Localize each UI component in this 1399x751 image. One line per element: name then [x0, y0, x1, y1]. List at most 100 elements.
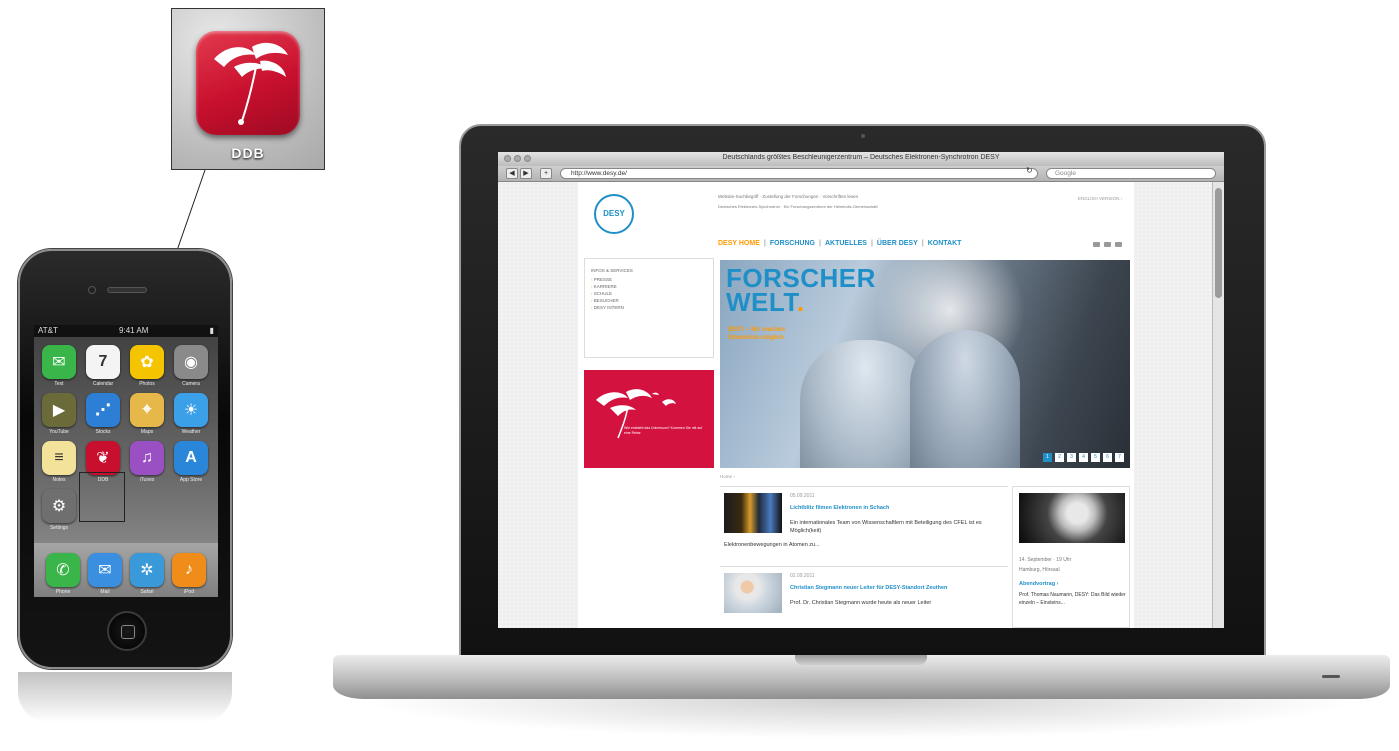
print-icon[interactable]	[1104, 242, 1111, 247]
app-label: Camera	[182, 381, 200, 387]
slide-page-button[interactable]: 6	[1103, 453, 1112, 462]
hero-banner[interactable]: FORSCHER WELT. DESY – Wir machen Erkennt…	[720, 260, 1130, 468]
dandelion-icon	[214, 42, 288, 125]
slide-page-button[interactable]: 5	[1091, 453, 1100, 462]
nav-item[interactable]: AKTUELLES	[825, 240, 867, 247]
safari-app[interactable]: ✲ Safari	[130, 553, 164, 595]
phone-app[interactable]: ✆ Phone	[46, 553, 80, 595]
reload-icon[interactable]: ↻	[1026, 166, 1033, 175]
nav-separator: |	[763, 240, 766, 247]
services-link[interactable]: DESY INTERN	[591, 305, 707, 310]
services-link[interactable]: BESUCHER	[591, 298, 707, 303]
back-button[interactable]: ◀	[506, 168, 518, 179]
services-link[interactable]: SCHULE	[591, 291, 707, 296]
news-thumbnail	[724, 573, 782, 613]
slide-page-button[interactable]: 4	[1079, 453, 1088, 462]
ddb-app-icon-large[interactable]	[196, 31, 300, 135]
hero-title-dot: .	[796, 287, 805, 317]
app-label: Settings	[49, 525, 69, 531]
breadcrumb[interactable]: Home ›	[720, 474, 735, 479]
language-switch[interactable]: ENGLISH VERSION ›	[1078, 196, 1122, 201]
photos-app[interactable]: ✿ Photos	[130, 345, 164, 387]
scrollbar-thumb[interactable]	[1215, 188, 1222, 298]
sleep-indicator	[1322, 675, 1340, 678]
desy-page: DESY Website-Suchbegriff · Zustellung de…	[578, 182, 1134, 628]
app-label: Phone	[55, 589, 71, 595]
battery-icon: ▮	[209, 326, 214, 335]
news-list: 05.09.2011 Lichtblitz filmen Elektronen …	[720, 486, 1008, 628]
maps-app[interactable]: ⌖ Maps	[130, 393, 164, 435]
youtube-icon: ▶	[52, 402, 66, 419]
itunes-app[interactable]: ♫ iTunes	[130, 441, 164, 483]
logo-text: DESY	[603, 209, 625, 218]
settings-app[interactable]: ⚙ Settings	[42, 489, 76, 531]
services-link[interactable]: PRESSE	[591, 277, 707, 282]
iphone-home-screen: AT&T 9:41 AM ▮ ✉ Text 7 Calendar ✿ Photos ◉ Cam…	[34, 325, 218, 597]
news-item[interactable]: 05.09.2011 Lichtblitz filmen Elektronen …	[720, 486, 1008, 566]
notes-app[interactable]: ≡ Notes	[42, 441, 76, 483]
event-photo	[1019, 493, 1125, 543]
search-field[interactable]: Google	[1046, 168, 1216, 179]
iphone-device: AT&T 9:41 AM ▮ ✉ Text 7 Calendar ✿ Photos ◉ Cam…	[18, 249, 232, 669]
nav-separator: |	[870, 240, 873, 247]
earpiece-speaker	[107, 287, 147, 293]
calendar-app[interactable]: 7 Calendar	[86, 345, 120, 387]
app-label: Text	[54, 381, 64, 387]
notes-icon: ≡	[54, 449, 64, 466]
vertical-scrollbar[interactable]	[1212, 182, 1224, 628]
rss-icon[interactable]	[1093, 242, 1100, 247]
app-label: App Store	[179, 477, 203, 483]
stocks-icon: ⋰	[95, 402, 111, 419]
messages-icon: ✉	[52, 354, 66, 371]
app-label: iTunes	[139, 477, 155, 483]
ddb-app[interactable]: ❦ DDB	[86, 441, 120, 483]
promo-banner[interactable]: Wie entsteht das Universum? Kommen Sie m…	[584, 370, 714, 468]
clock-label: 9:41 AM	[119, 326, 149, 335]
photos-icon: ✿	[140, 354, 154, 371]
hero-title: FORSCHER WELT.	[726, 265, 876, 317]
mail-icon[interactable]	[1115, 242, 1122, 247]
hero-figure-right	[910, 330, 1020, 468]
slide-page-button[interactable]: 2	[1055, 453, 1064, 462]
laptop-camera	[861, 134, 865, 138]
app-label: DDB	[231, 145, 265, 161]
nav-item[interactable]: ÜBER DESY	[877, 240, 918, 247]
slide-page-button[interactable]: 1	[1043, 453, 1052, 462]
weather-icon: ☀	[183, 402, 199, 419]
desy-logo[interactable]: DESY	[594, 194, 634, 234]
app-label: iPod	[183, 589, 194, 595]
app-label: Notes	[52, 477, 66, 483]
news-title[interactable]: Christian Stegmann neuer Leiter für DESY…	[790, 585, 1000, 591]
carrier-label: AT&T	[38, 326, 58, 335]
services-link[interactable]: KARRIERE	[591, 284, 707, 289]
nav-item[interactable]: DESY HOME	[718, 240, 760, 247]
messages-app[interactable]: ✉ Text	[42, 345, 76, 387]
stocks-app[interactable]: ⋰ Stocks	[86, 393, 120, 435]
page-tools	[1093, 242, 1122, 247]
nav-item[interactable]: FORSCHUNG	[770, 240, 815, 247]
hero-title-word: WELT	[726, 287, 797, 317]
address-bar[interactable]: http://www.desy.de/	[560, 168, 1038, 179]
news-item[interactable]: 02.09.2011 Christian Stegmann neuer Leit…	[720, 566, 1008, 628]
meta-links[interactable]: Website-Suchbegriff · Zustellung der For…	[718, 194, 1018, 199]
home-button[interactable]	[107, 611, 147, 651]
event-box[interactable]: 14. September · 19 Uhr Hamburg, Hörsaal …	[1012, 486, 1130, 628]
appstore-app[interactable]: A App Store	[174, 441, 208, 483]
app-label: Safari	[140, 589, 154, 595]
youtube-app[interactable]: ▶ YouTube	[42, 393, 76, 435]
event-title[interactable]: Abendvortrag ›	[1019, 581, 1058, 587]
browser-toolbar: ◀ ▶ + http://www.desy.de/ ↻ Google	[498, 166, 1224, 182]
mail-app[interactable]: ✉ Mail	[88, 553, 122, 595]
slide-page-button[interactable]: 7	[1115, 453, 1124, 462]
nav-item[interactable]: KONTAKT	[928, 240, 962, 247]
calendar-icon: 7	[98, 353, 108, 370]
phone-reflection	[18, 672, 232, 722]
camera-app[interactable]: ◉ Camera	[174, 345, 208, 387]
slide-page-button[interactable]: 3	[1067, 453, 1076, 462]
add-bookmark-button[interactable]: +	[540, 168, 552, 179]
news-date: 02.09.2011	[790, 573, 815, 579]
news-title[interactable]: Lichtblitz filmen Elektronen in Schach	[790, 505, 1000, 511]
forward-button[interactable]: ▶	[520, 168, 532, 179]
ipod-app[interactable]: ♪ iPod	[172, 553, 206, 595]
weather-app[interactable]: ☀ Weather	[174, 393, 208, 435]
